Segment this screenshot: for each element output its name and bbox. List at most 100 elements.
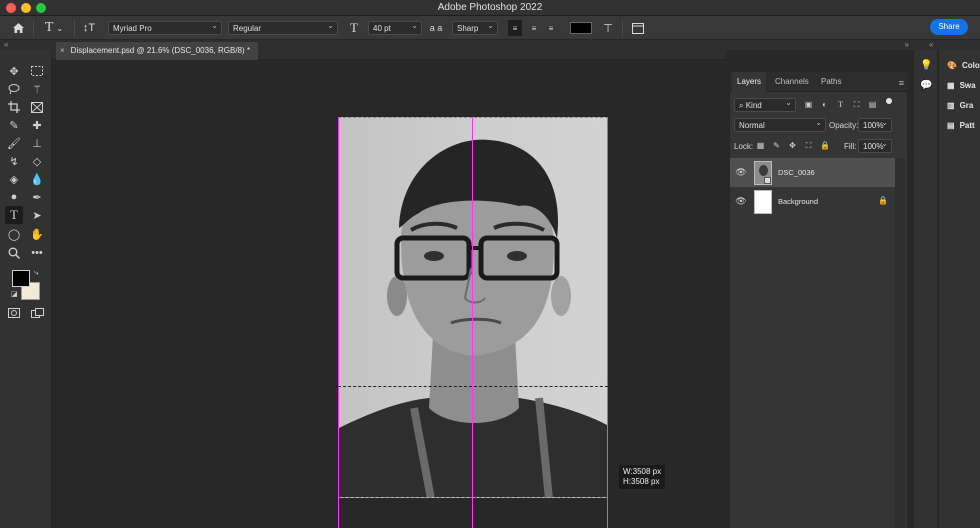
history-brush-tool-icon[interactable]: ↯ [5, 152, 23, 170]
dock-collapse-strip[interactable]: « [913, 40, 980, 50]
path-selection-tool-icon[interactable]: ➤ [28, 206, 46, 224]
eye-icon[interactable]: 👁 [730, 196, 752, 207]
font-size-icon: T [350, 20, 358, 35]
lasso-tool-icon[interactable] [5, 80, 23, 98]
document-tab-title: Displacement.psd @ 21.6% (DSC_0036, RGB/… [70, 46, 250, 55]
lock-artboard-icon[interactable]: ⛶ [804, 141, 813, 150]
tab-layers[interactable]: Layers [732, 72, 767, 92]
canvas-area[interactable]: W:3508 px H:3508 px [52, 60, 726, 528]
layer-name[interactable]: Background [778, 197, 818, 206]
opacity-field[interactable]: 100% [858, 118, 892, 132]
orientation-toggle-icon[interactable]: ↕T [80, 20, 98, 36]
type-tool-icon[interactable]: T [5, 206, 23, 224]
lock-label: Lock: [734, 142, 754, 151]
filter-adjustment-icon[interactable]: ◐ [820, 100, 829, 109]
layers-scrollbar[interactable] [895, 158, 905, 528]
blend-mode-select[interactable]: Normal [734, 118, 826, 132]
document-tab-bar: × Displacement.psd @ 21.6% (DSC_0036, RG… [52, 40, 726, 60]
move-tool-icon[interactable]: ✥ [5, 62, 23, 80]
clone-stamp-tool-icon[interactable]: ⊥ [28, 134, 46, 152]
patterns-icon: ▤ [947, 120, 955, 130]
paint-bucket-tool-icon[interactable]: ◈ [5, 170, 23, 188]
filter-toggle-icon[interactable] [886, 98, 892, 104]
hand-tool-icon[interactable]: ✋ [28, 225, 46, 243]
toolbox-collapse-strip[interactable]: « [0, 40, 52, 50]
size-readout: W:3508 px H:3508 px [619, 465, 666, 489]
filter-smart-object-icon[interactable]: ▤ [868, 100, 877, 109]
lock-pixels-icon[interactable]: ✎ [772, 141, 781, 150]
home-icon[interactable] [8, 20, 28, 36]
zoom-tool-icon[interactable] [5, 244, 23, 262]
color-wheel-icon: 🎨 [947, 60, 957, 70]
text-color-swatch[interactable] [570, 22, 592, 34]
marquee-tool-icon[interactable] [28, 62, 46, 80]
portrait-photo [339, 118, 607, 497]
quick-mask-icon[interactable] [5, 304, 23, 322]
layer-row-background[interactable]: 👁 Background 🔒 [730, 187, 896, 216]
layer-filter-row: ⌕ Kind ▣ ◐ T ⛶ ▤ [730, 96, 908, 114]
comments-icon[interactable]: 💬 [920, 80, 932, 91]
layer-thumbnail [754, 189, 772, 214]
panel-menu-icon[interactable]: ≡ [899, 78, 904, 88]
filter-shape-icon[interactable]: ⛶ [852, 100, 861, 109]
align-left-icon[interactable]: ≡ [508, 20, 522, 36]
layers-panel: Layers Channels Paths ≡ ⌕ Kind ▣ ◐ T ⛶ ▤… [729, 72, 908, 528]
kind-filter-label: Kind [745, 101, 762, 110]
lock-all-icon[interactable]: 🔒 [820, 141, 830, 150]
document-canvas[interactable] [338, 117, 608, 498]
screen-mode-icon[interactable] [28, 304, 46, 322]
character-panel-icon[interactable] [630, 20, 646, 36]
magic-wand-tool-icon[interactable]: ⚚ [28, 80, 46, 98]
font-style-select[interactable]: Regular [228, 21, 338, 35]
dodge-tool-icon[interactable]: ● [5, 188, 23, 206]
close-tab-icon[interactable]: × [60, 42, 65, 60]
align-right-icon[interactable]: ≡ [544, 20, 558, 36]
dock-item-gradients[interactable]: ▥ Gra [947, 98, 973, 112]
blur-tool-icon[interactable]: 💧 [28, 170, 46, 188]
pen-tool-icon[interactable]: ✒ [28, 188, 46, 206]
panel-collapse-strip[interactable]: » [726, 40, 913, 50]
layer-row-dsc-0036[interactable]: 👁 DSC_0036 [730, 158, 896, 187]
font-size-select[interactable]: 40 pt [368, 21, 422, 35]
type-tool-preset-icon[interactable]: T ⌄ [40, 20, 68, 36]
eyedropper-tool-icon[interactable]: ✎ [5, 116, 23, 134]
share-button[interactable]: Share [930, 19, 968, 35]
width-readout: W:3508 px [623, 467, 662, 476]
guide-right-edge[interactable] [607, 117, 608, 528]
frame-tool-icon[interactable] [28, 98, 46, 116]
tab-channels[interactable]: Channels [770, 72, 814, 92]
fill-field[interactable]: 100% [858, 139, 892, 153]
options-bar: T⌄ ↕T Myriad Pro Regular T 40 pt a a Sha… [0, 16, 980, 40]
eye-icon[interactable]: 👁 [730, 167, 752, 178]
brush-tool-icon[interactable]: 🖌 [5, 134, 23, 152]
more-tools-icon[interactable]: ••• [28, 244, 46, 262]
learn-icon[interactable]: 💡 [920, 60, 932, 71]
guide-vertical-center[interactable] [472, 117, 473, 528]
warp-text-icon[interactable]: ⊤ [600, 20, 616, 36]
filter-pixel-icon[interactable]: ▣ [804, 100, 813, 109]
layer-name[interactable]: DSC_0036 [778, 168, 815, 177]
antialias-icon: a a [429, 23, 443, 33]
font-family-select[interactable]: Myriad Pro [108, 21, 222, 35]
align-center-icon[interactable]: ≡ [527, 20, 541, 36]
dock-item-patterns[interactable]: ▤ Patt [947, 118, 975, 132]
gradient-icon: ▥ [947, 100, 955, 110]
dock-item-color[interactable]: 🎨 Colo [947, 58, 980, 72]
default-colors-icon[interactable]: ◪ [11, 290, 18, 298]
lock-position-icon[interactable]: ✥ [788, 141, 797, 150]
foreground-color-swatch[interactable] [12, 270, 30, 287]
healing-brush-tool-icon[interactable]: ✚ [28, 116, 46, 134]
dock-item-label: Swa [959, 80, 976, 90]
lock-transparent-icon[interactable]: ▦ [756, 141, 765, 150]
swap-colors-icon[interactable]: ⤷ [34, 268, 38, 278]
document-tab[interactable]: × Displacement.psd @ 21.6% (DSC_0036, RG… [56, 42, 258, 60]
ellipse-tool-icon[interactable]: ◯ [5, 225, 23, 243]
filter-type-icon[interactable]: T [836, 100, 845, 109]
dock-item-swatches[interactable]: ▦ Swa [947, 78, 976, 92]
kind-filter-select[interactable]: ⌕ Kind [734, 98, 796, 112]
antialias-select[interactable]: Sharp [452, 21, 498, 35]
tab-paths[interactable]: Paths [816, 72, 846, 92]
crop-tool-icon[interactable] [5, 98, 23, 116]
guide-left-edge[interactable] [338, 117, 339, 528]
eraser-tool-icon[interactable]: ◇ [28, 152, 46, 170]
